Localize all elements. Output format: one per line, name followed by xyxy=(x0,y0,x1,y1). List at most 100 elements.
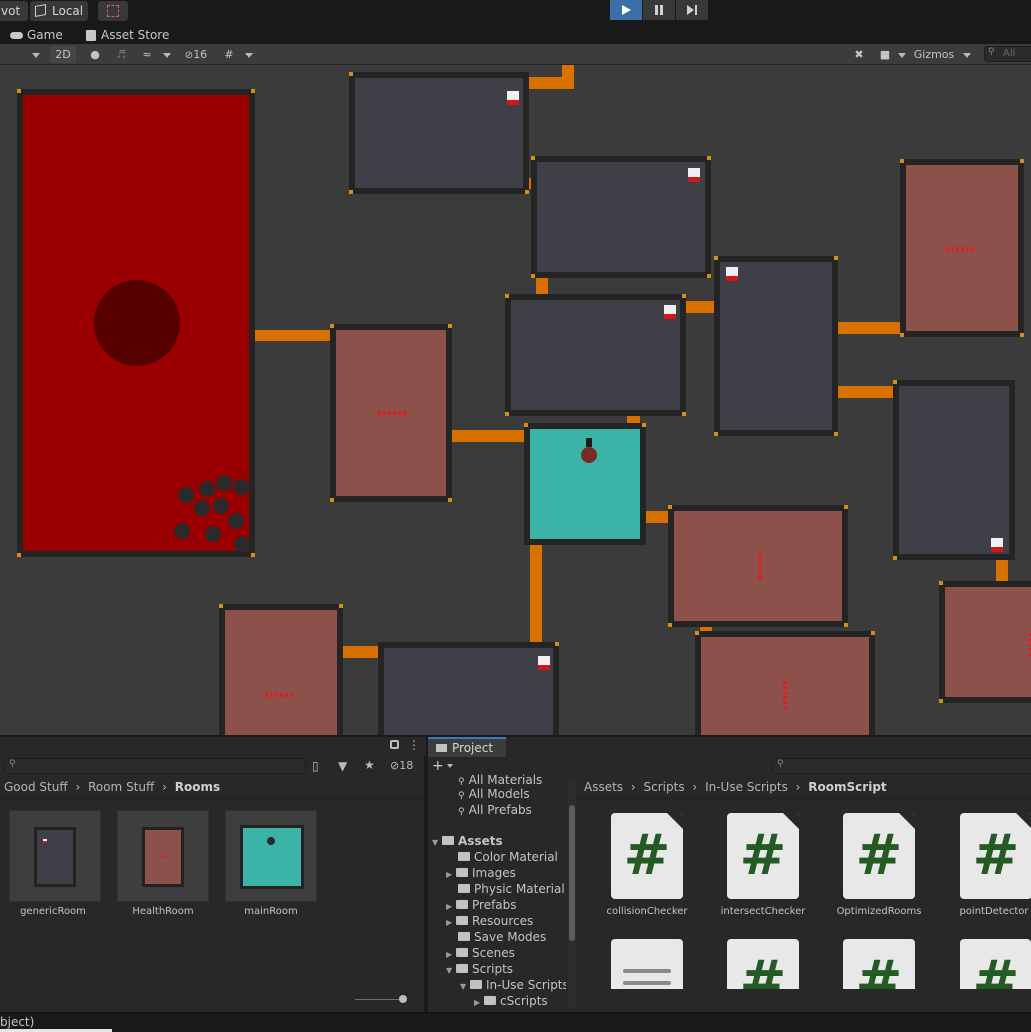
expand-arrow-icon[interactable]: ▶ xyxy=(446,918,456,927)
breadcrumb-separator: › xyxy=(795,780,801,794)
filter-by-label-icon[interactable]: ▼ xyxy=(338,759,347,773)
expand-arrow-icon[interactable]: ▶ xyxy=(474,998,484,1007)
gizmos-button[interactable]: Gizmos xyxy=(910,46,958,63)
2d-toggle[interactable]: 2D xyxy=(50,46,76,63)
tree-item-images[interactable]: ▶ Images xyxy=(430,866,566,882)
expand-arrow-icon[interactable]: ▼ xyxy=(446,966,456,975)
tab-project-label: Project xyxy=(452,741,494,755)
expand-arrow-icon[interactable]: ▼ xyxy=(432,838,442,847)
tree-item-scenes[interactable]: ▶ Scenes xyxy=(430,946,566,962)
tree-item-resources[interactable]: ▶ Resources xyxy=(430,914,566,930)
tree-label: cScripts xyxy=(500,994,548,1008)
generic-room[interactable] xyxy=(893,380,1015,560)
health-room[interactable] xyxy=(939,581,1031,703)
health-room[interactable] xyxy=(219,604,343,735)
tree-item-color-material[interactable]: Color Material xyxy=(430,850,566,866)
prefab-search-input[interactable]: ⚲ xyxy=(4,758,306,774)
health-room[interactable] xyxy=(900,159,1024,337)
scrollbar-thumb[interactable] xyxy=(569,805,575,941)
generic-room[interactable] xyxy=(378,642,559,735)
generic-room[interactable] xyxy=(349,72,529,194)
slider-handle[interactable] xyxy=(399,995,407,1003)
script-asset[interactable]: # xyxy=(727,939,799,989)
grid-dropdown[interactable] xyxy=(242,46,256,63)
more-options-icon[interactable]: ⋮ xyxy=(408,738,420,752)
folder-icon xyxy=(470,980,482,989)
status-bar: bject) xyxy=(0,1012,1031,1032)
favorite-all-models[interactable]: ⚲ All Models xyxy=(430,787,566,803)
expand-arrow-icon[interactable]: ▼ xyxy=(460,982,470,991)
tree-item-cscripts[interactable]: ▶ cScripts xyxy=(430,994,566,1010)
pivot-button[interactable]: vot xyxy=(0,1,28,21)
breadcrumb-item[interactable]: Room Stuff xyxy=(88,780,154,794)
tab-asset-store[interactable]: Asset Store xyxy=(86,26,169,44)
tree-item-assets[interactable]: ▼ Assets xyxy=(430,834,566,850)
scene-view[interactable] xyxy=(0,65,1031,735)
expand-arrow-icon[interactable]: ▶ xyxy=(446,950,456,959)
breadcrumb-item[interactable]: Good Stuff xyxy=(4,780,68,794)
expand-arrow-icon[interactable]: ▶ xyxy=(446,870,456,879)
draw-mode-dropdown[interactable] xyxy=(0,46,44,63)
prefab-thumbnail-generic-room[interactable] xyxy=(9,810,101,902)
tree-item-save-modes[interactable]: Save Modes xyxy=(430,930,566,946)
lock-icon[interactable] xyxy=(390,740,399,749)
tab-project[interactable]: Project xyxy=(428,737,506,757)
hidden-packages-toggle[interactable]: ⊘18 xyxy=(390,759,413,772)
favorite-all-materials[interactable]: ⚲ All Materials xyxy=(430,773,566,785)
health-room-preview xyxy=(142,827,184,887)
tools-icon[interactable]: ✖ xyxy=(850,46,868,63)
audio-toggle-icon[interactable]: ♬ xyxy=(112,46,130,63)
lighting-toggle-icon[interactable]: ● xyxy=(86,46,104,63)
tree-item-prefabs[interactable]: ▶ Prefabs xyxy=(430,898,566,914)
favorite-all-prefabs[interactable]: ⚲ All Prefabs xyxy=(430,803,566,819)
project-search-input[interactable]: ⚲ xyxy=(772,758,1031,774)
tab-game[interactable]: Game xyxy=(10,26,63,44)
local-global-toggle[interactable]: Local xyxy=(30,1,88,21)
expand-arrow-icon[interactable]: ▶ xyxy=(446,902,456,911)
script-asset-optimized-rooms[interactable]: # xyxy=(843,813,915,899)
step-button[interactable] xyxy=(676,0,708,20)
tree-scrollbar[interactable] xyxy=(568,779,576,1007)
favorite-star-icon[interactable]: ★ xyxy=(364,758,375,772)
play-button[interactable] xyxy=(610,0,642,20)
script-asset[interactable]: # xyxy=(960,939,1031,989)
pause-button[interactable] xyxy=(643,0,675,20)
script-asset[interactable]: # xyxy=(843,939,915,989)
player-sprite xyxy=(581,447,597,463)
main-room[interactable] xyxy=(524,423,646,545)
script-asset-intersect-checker[interactable]: # xyxy=(727,813,799,899)
prefab-thumbnail-main-room[interactable] xyxy=(225,810,317,902)
generic-room[interactable] xyxy=(714,256,838,436)
camera-dropdown[interactable] xyxy=(896,46,908,63)
camera-icon[interactable]: ■ xyxy=(876,46,894,63)
grid-snap-button[interactable] xyxy=(98,1,128,21)
lava-room[interactable] xyxy=(17,89,255,557)
effects-toggle-icon[interactable]: ≈ xyxy=(138,46,156,63)
scene-visibility-toggle[interactable]: ⊘16 xyxy=(178,46,214,63)
health-room[interactable] xyxy=(668,505,848,627)
tree-item-in-use-scripts[interactable]: ▼ In-Use Scripts xyxy=(430,978,566,994)
grid-toggle-icon[interactable]: # xyxy=(220,46,238,63)
thumbnail-size-slider[interactable] xyxy=(355,995,410,1003)
gizmos-dropdown[interactable] xyxy=(960,46,974,63)
generic-room[interactable] xyxy=(531,156,711,278)
prefab-thumbnail-health-room[interactable] xyxy=(117,810,209,902)
breadcrumb-item[interactable]: Assets xyxy=(584,780,623,794)
filter-by-type-icon[interactable]: ▯ xyxy=(312,759,319,773)
folder-icon xyxy=(456,868,468,877)
chevron-down-icon xyxy=(898,53,906,58)
health-room[interactable] xyxy=(330,324,452,502)
health-room[interactable] xyxy=(695,631,875,735)
text-asset[interactable] xyxy=(611,939,683,989)
breadcrumb-item[interactable]: Scripts xyxy=(644,780,685,794)
tree-item-scripts[interactable]: ▼ Scripts xyxy=(430,962,566,978)
scene-search-input[interactable]: ⚲ All xyxy=(984,46,1031,62)
breadcrumb-item[interactable]: In-Use Scripts xyxy=(705,780,788,794)
tree-item-physic-material[interactable]: Physic Material xyxy=(430,882,566,898)
script-asset-point-detector[interactable]: # xyxy=(960,813,1031,899)
generic-room[interactable] xyxy=(505,294,686,416)
script-asset-collision-checker[interactable]: # xyxy=(611,813,683,899)
effects-dropdown[interactable] xyxy=(160,46,174,63)
breadcrumb-item[interactable]: Rooms xyxy=(175,780,220,794)
breadcrumb-item[interactable]: RoomScript xyxy=(808,780,886,794)
